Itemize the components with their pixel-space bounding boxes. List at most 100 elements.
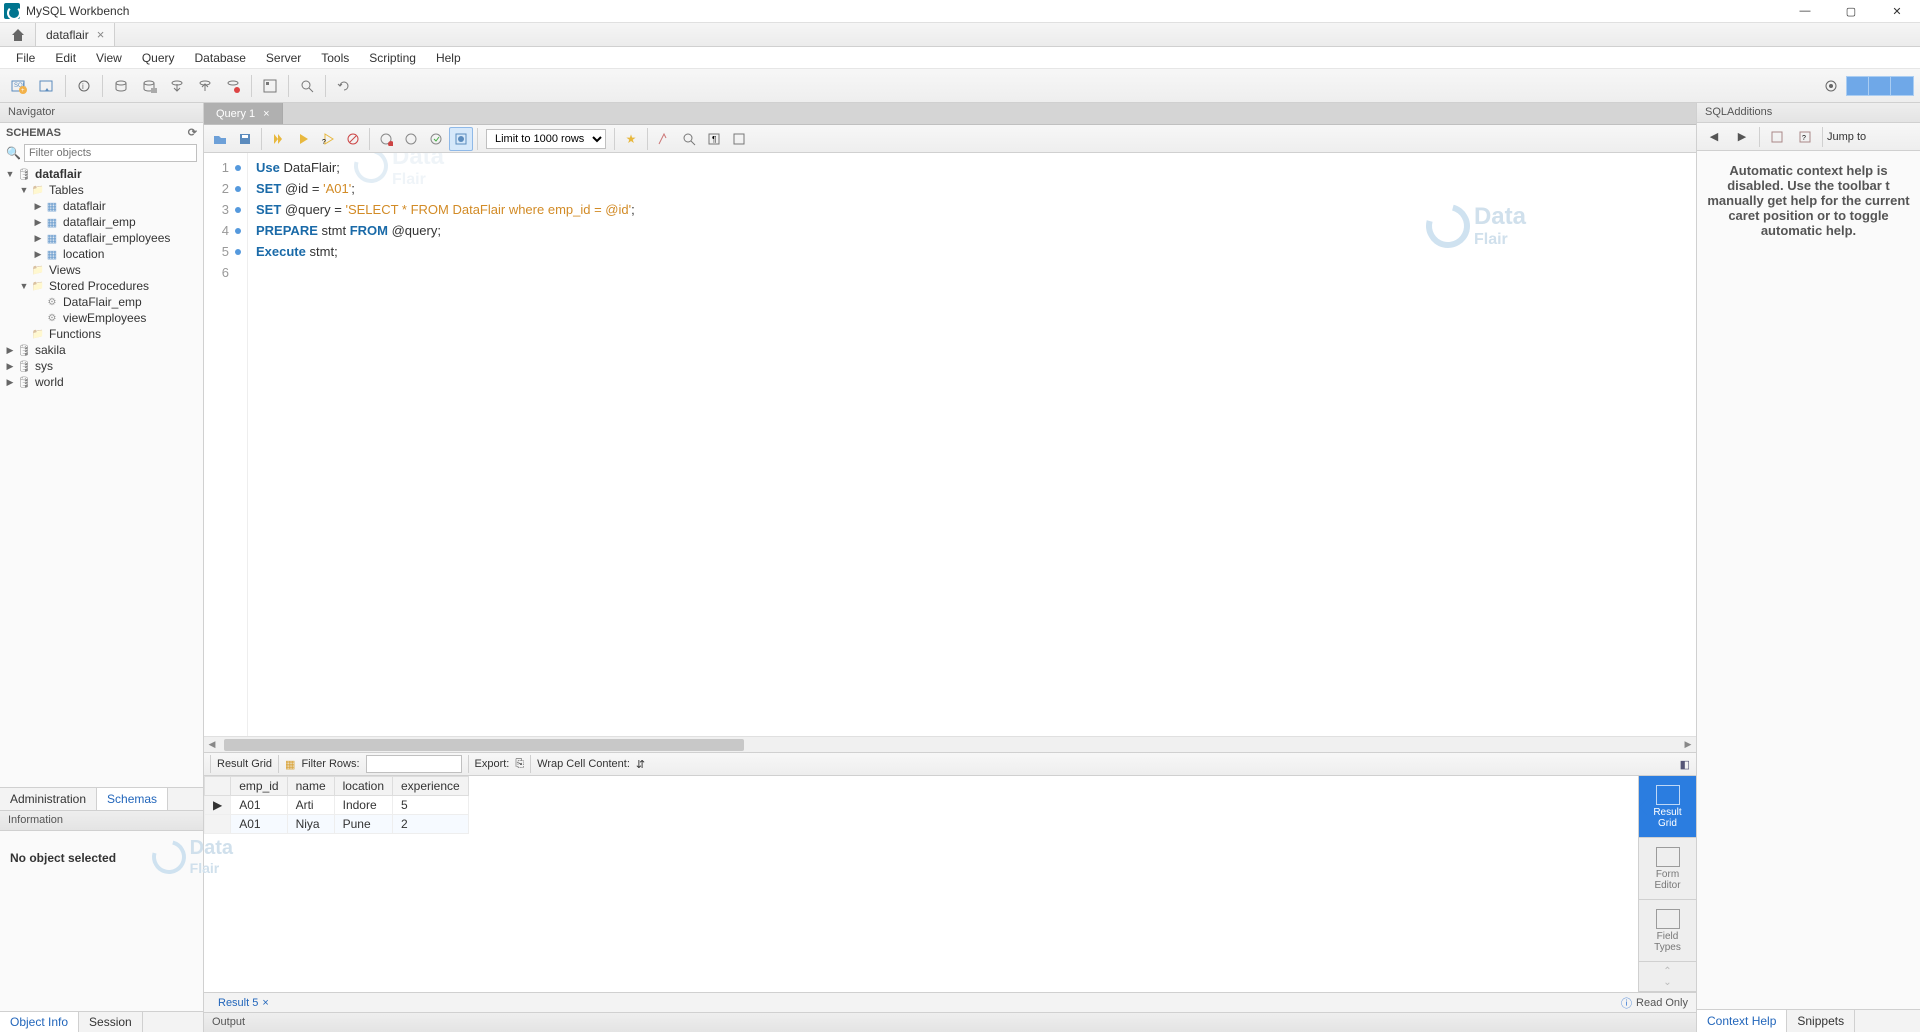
table-row[interactable]: A01NiyaPune2: [205, 815, 469, 834]
connection-tab-dataflair[interactable]: dataflair ×: [36, 23, 115, 46]
tab-object-info[interactable]: Object Info: [0, 1012, 79, 1032]
scroll-left-icon[interactable]: ◀: [204, 739, 220, 750]
execute-button[interactable]: [266, 127, 290, 151]
close-button[interactable]: ✕: [1874, 0, 1920, 23]
new-sql-tab-button[interactable]: SQL+: [6, 73, 32, 99]
close-tab-icon[interactable]: ×: [97, 27, 105, 42]
home-tab[interactable]: [0, 23, 36, 46]
status-button[interactable]: [136, 73, 162, 99]
menu-file[interactable]: File: [6, 48, 45, 68]
table-dataflair_employees[interactable]: ▶dataflair_employees: [0, 230, 203, 246]
tables-folder[interactable]: ▼Tables: [0, 182, 203, 198]
col-experience[interactable]: experience: [393, 777, 469, 796]
tab-context-help[interactable]: Context Help: [1697, 1010, 1787, 1032]
menu-scripting[interactable]: Scripting: [359, 48, 426, 68]
side-tab-field-types[interactable]: Field Types: [1639, 900, 1696, 962]
menu-tools[interactable]: Tools: [311, 48, 359, 68]
menu-view[interactable]: View: [86, 48, 132, 68]
side-tab-nav[interactable]: ⌃⌄: [1639, 962, 1696, 992]
nav-forward-button[interactable]: ▶: [1729, 124, 1755, 150]
result-grid[interactable]: emp_idnamelocationexperience▶A01ArtiIndo…: [204, 776, 1638, 992]
stored-procedures-folder[interactable]: ▼Stored Procedures: [0, 278, 203, 294]
menu-database[interactable]: Database: [185, 48, 256, 68]
table-row[interactable]: ▶A01ArtiIndore5: [205, 796, 469, 815]
favorite-button[interactable]: ★: [619, 127, 643, 151]
refresh-icon[interactable]: ⟳: [188, 126, 197, 139]
rollback-button[interactable]: [399, 127, 423, 151]
server-button[interactable]: [220, 73, 246, 99]
sp-DataFlair_emp[interactable]: DataFlair_emp: [0, 294, 203, 310]
panel-toggle[interactable]: [1846, 76, 1914, 96]
filter-input[interactable]: [24, 144, 197, 162]
scroll-right-icon[interactable]: ▶: [1680, 739, 1696, 750]
inspector-button[interactable]: i: [71, 73, 97, 99]
menu-help[interactable]: Help: [426, 48, 471, 68]
autocommit-button[interactable]: [424, 127, 448, 151]
dashboard-button[interactable]: [257, 73, 283, 99]
col-emp_id[interactable]: emp_id: [231, 777, 287, 796]
schemas-header: SCHEMAS ⟳: [0, 123, 203, 142]
tab-administration[interactable]: Administration: [0, 788, 97, 810]
side-tab-result-grid[interactable]: Result Grid: [1639, 776, 1696, 838]
table-dataflair_emp[interactable]: ▶dataflair_emp: [0, 214, 203, 230]
schema-sys[interactable]: ▶sys: [0, 358, 203, 374]
close-query-tab-icon[interactable]: ×: [263, 108, 269, 120]
menu-query[interactable]: Query: [132, 48, 185, 68]
wrap-toggle-icon[interactable]: ⇵: [636, 758, 645, 771]
title-bar: MySQL Workbench — ▢ ✕: [0, 0, 1920, 23]
side-tab-form-editor[interactable]: Form Editor: [1639, 838, 1696, 900]
grid-view-icon[interactable]: ▦: [285, 758, 295, 771]
import-button[interactable]: [192, 73, 218, 99]
editor-scrollbar[interactable]: ◀ ▶: [204, 736, 1696, 752]
tab-schemas[interactable]: Schemas: [97, 788, 168, 810]
col-location[interactable]: location: [334, 777, 392, 796]
functions-folder[interactable]: Functions: [0, 326, 203, 342]
table-location[interactable]: ▶location: [0, 246, 203, 262]
col-name[interactable]: name: [287, 777, 334, 796]
result-tab-5[interactable]: Result 5×: [212, 995, 275, 1011]
minimize-button[interactable]: —: [1782, 0, 1828, 23]
maximize-button[interactable]: ▢: [1828, 0, 1874, 23]
export-button[interactable]: [164, 73, 190, 99]
menu-server[interactable]: Server: [256, 48, 311, 68]
wrap-button[interactable]: [727, 127, 751, 151]
filter-rows-input[interactable]: [366, 755, 462, 773]
toggle-autocommit-button[interactable]: [449, 127, 473, 151]
settings-button[interactable]: [1818, 73, 1844, 99]
explain-button[interactable]: ?: [316, 127, 340, 151]
schema-dataflair[interactable]: ▼dataflair: [0, 166, 203, 182]
users-button[interactable]: [108, 73, 134, 99]
scroll-thumb[interactable]: [224, 739, 744, 751]
menu-edit[interactable]: Edit: [45, 48, 86, 68]
code-area[interactable]: Use DataFlair;SET @id = 'A01';SET @query…: [248, 153, 1696, 736]
commit-button[interactable]: [374, 127, 398, 151]
panel-collapse-icon[interactable]: ◧: [1680, 758, 1690, 771]
reconnect-button[interactable]: [331, 73, 357, 99]
table-dataflair[interactable]: ▶dataflair: [0, 198, 203, 214]
sql-editor[interactable]: DataFlair 123456 Use DataFlair;SET @id =…: [204, 153, 1696, 736]
editor-toolbar: ? Limit to 1000 rows ★ ¶: [204, 125, 1696, 153]
views-folder[interactable]: Views: [0, 262, 203, 278]
sp-viewEmployees[interactable]: viewEmployees: [0, 310, 203, 326]
search-button[interactable]: [294, 73, 320, 99]
schema-tree[interactable]: ▼dataflair▼Tables▶dataflair▶dataflair_em…: [0, 164, 203, 787]
open-file-button[interactable]: [208, 127, 232, 151]
row-limit-select[interactable]: Limit to 1000 rows: [486, 129, 606, 149]
auto-help-button[interactable]: [1764, 124, 1790, 150]
beautify-button[interactable]: [652, 127, 676, 151]
manual-help-button[interactable]: ?: [1792, 124, 1818, 150]
close-result-icon[interactable]: ×: [262, 997, 268, 1009]
export-icon[interactable]: ⎘: [515, 758, 524, 771]
stop-button[interactable]: [341, 127, 365, 151]
schema-world[interactable]: ▶world: [0, 374, 203, 390]
tab-session[interactable]: Session: [79, 1012, 143, 1032]
query-tab-1[interactable]: Query 1 ×: [204, 103, 283, 124]
find-button[interactable]: [677, 127, 701, 151]
nav-back-button[interactable]: ◀: [1701, 124, 1727, 150]
invisible-chars-button[interactable]: ¶: [702, 127, 726, 151]
tab-snippets[interactable]: Snippets: [1787, 1010, 1855, 1032]
execute-current-button[interactable]: [291, 127, 315, 151]
save-button[interactable]: [233, 127, 257, 151]
open-sql-file-button[interactable]: [34, 73, 60, 99]
schema-sakila[interactable]: ▶sakila: [0, 342, 203, 358]
